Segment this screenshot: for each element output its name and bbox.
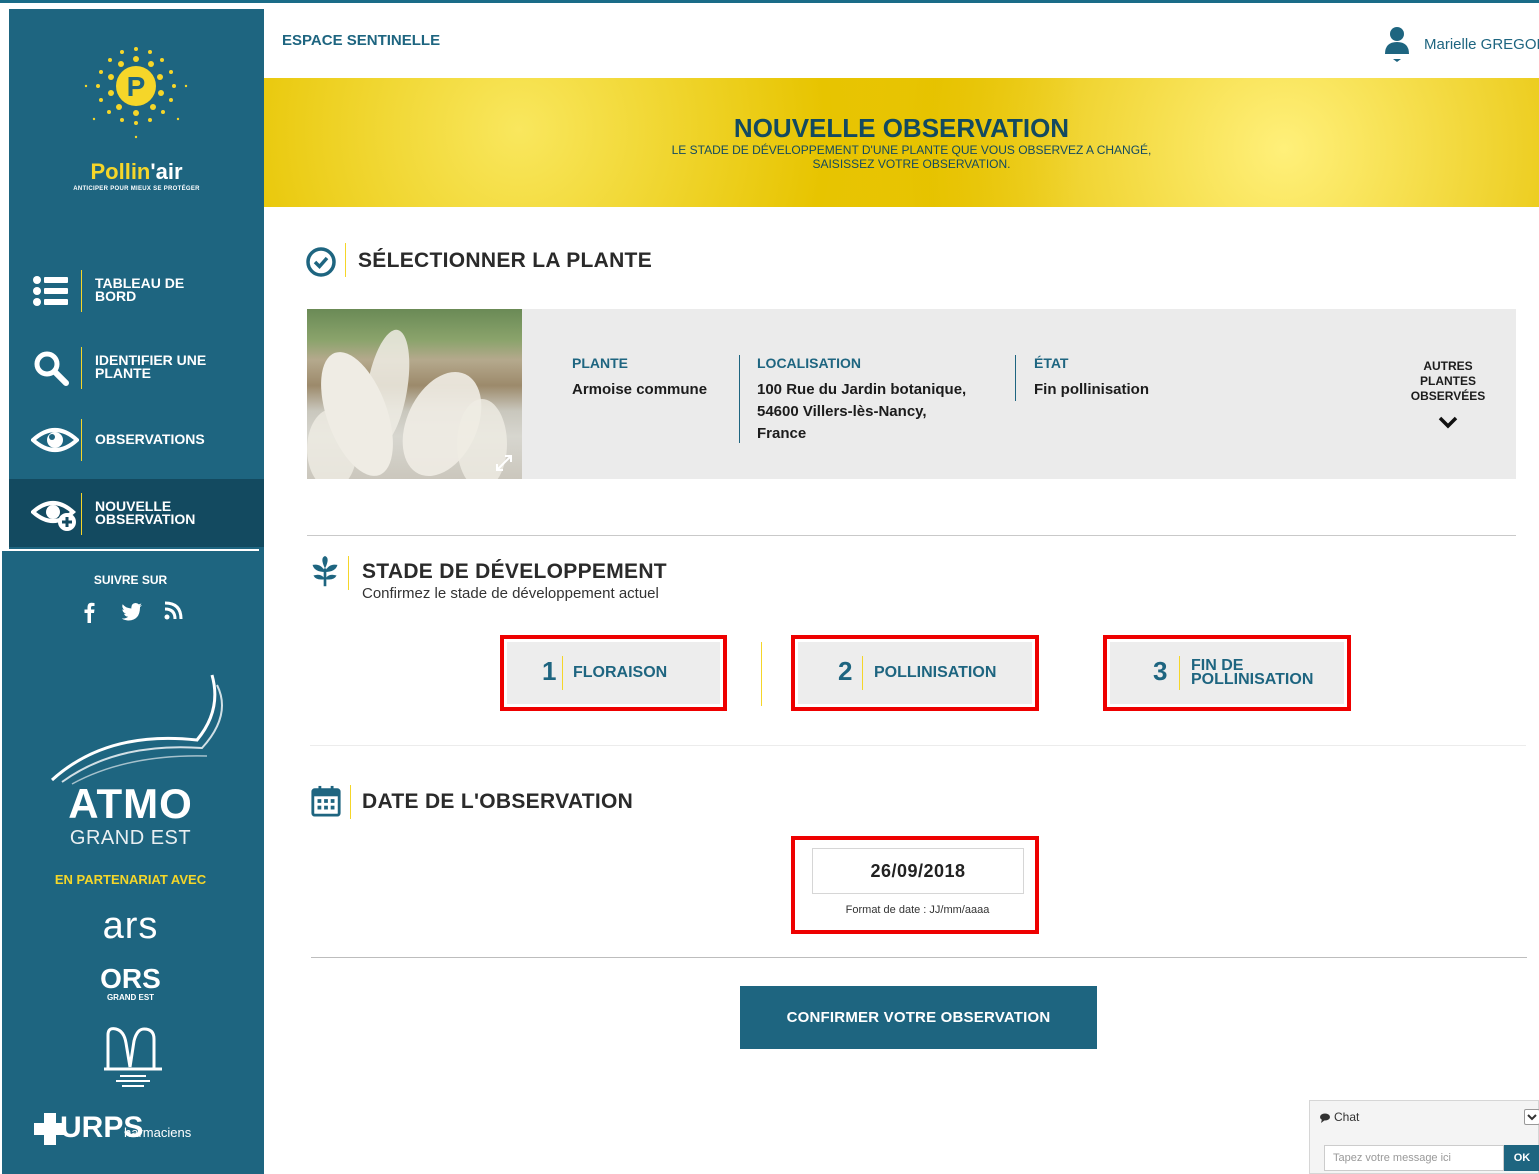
sidebar-item-identify-plant[interactable]: IDENTIFIER UNE PLANTE	[9, 333, 264, 401]
sidebar-item-observations[interactable]: OBSERVATIONS	[9, 405, 264, 473]
plant-label: PLANTE	[572, 355, 628, 371]
other-plants-label: AUTRES	[1423, 359, 1473, 373]
divider	[310, 745, 1526, 746]
stage-title: STADE DE DÉVELOPPEMENT	[362, 560, 667, 583]
chat-title: Chat	[1334, 1110, 1360, 1124]
section-separator	[350, 785, 351, 819]
state-value: Fin pollinisation	[1034, 381, 1149, 398]
atmo-logo-text: ATMO	[68, 780, 193, 827]
page-title: NOUVELLE OBSERVATION	[733, 113, 1070, 143]
atmo-swoosh-logo	[50, 674, 223, 785]
nav-separator	[81, 419, 82, 461]
selected-plant-card: PLANTE Armoise commune LOCALISATION 100 …	[307, 309, 1516, 479]
ors-logo: ORS	[100, 963, 161, 994]
chat-send-button[interactable]: OK	[1504, 1145, 1539, 1171]
stage-divider	[761, 642, 762, 706]
twitter-icon[interactable]	[121, 601, 142, 623]
ors-logo-subtitle: GRAND EST	[106, 993, 155, 1002]
top-header: ESPACE SENTINELLE Marielle GREGORI	[264, 9, 1539, 78]
rss-icon[interactable]	[163, 601, 183, 623]
sidebar-item-new-observation[interactable]: NOUVELLE OBSERVATION	[9, 479, 264, 547]
user-icon	[1385, 27, 1409, 62]
divider	[307, 535, 1516, 536]
pollen-logo-icon: P	[84, 47, 188, 139]
chat-widget: Chat Tapez votre message ici OK	[1309, 1100, 1539, 1174]
page-subtitle: LE STADE DE DÉVELOPPEMENT D'UNE PLANTE Q…	[264, 143, 1539, 171]
partners-panel: ATMO GRAND EST EN PARTENARIAT AVEC ars O…	[2, 645, 259, 1174]
brand-tagline: ANTICIPER POUR MIEUX SE PROTÉGER	[73, 186, 200, 192]
nav-separator	[81, 270, 82, 312]
sidebar-item-label: NOUVELLE OBSERVATION	[95, 498, 196, 527]
eye-icon	[31, 428, 79, 452]
highlight-box	[500, 635, 727, 711]
atmo-logo-subtitle: GRAND EST	[69, 827, 192, 849]
brand-name: Pollin'air	[90, 159, 183, 184]
ars-logo: ars	[102, 905, 159, 947]
social-follow: SUIVRE SUR	[2, 549, 259, 647]
search-icon	[34, 351, 69, 386]
card-separator	[1015, 355, 1016, 401]
nav-separator	[81, 493, 82, 535]
other-plants-button[interactable]: AUTRES PLANTES OBSERVÉES	[1392, 359, 1504, 404]
hero-banner: NOUVELLE OBSERVATION LE STADE DE DÉVELOP…	[264, 78, 1539, 207]
other-plants-label: PLANTES	[1419, 374, 1476, 388]
divider	[311, 957, 1527, 958]
chat-message-input[interactable]: Tapez votre message ici	[1324, 1145, 1504, 1171]
page-subtitle-line: LE STADE DE DÉVELOPPEMENT D'UNE PLANTE Q…	[671, 143, 1152, 157]
calendar-icon	[311, 785, 341, 817]
check-circle-icon	[306, 247, 336, 277]
section-separator	[345, 243, 346, 277]
plant-value: Armoise commune	[572, 381, 708, 398]
plant-sprout-icon	[312, 556, 338, 587]
location-line: France	[757, 425, 807, 442]
conservatoire-logo	[104, 1027, 162, 1087]
chat-toggle-button[interactable]	[1524, 1109, 1539, 1125]
highlight-box	[791, 836, 1039, 934]
state-label: ÉTAT	[1034, 355, 1069, 371]
stage-subtitle: Confirmez le stade de développement actu…	[362, 585, 659, 602]
expand-icon[interactable]	[496, 455, 512, 471]
highlight-box	[791, 635, 1039, 711]
select-plant-title: SÉLECTIONNER LA PLANTE	[358, 249, 652, 272]
chevron-down-icon[interactable]	[1438, 415, 1458, 429]
highlight-box	[1103, 635, 1351, 711]
svg-text:P: P	[127, 71, 146, 102]
pollinair-logo[interactable]: P Pollin'air ANTICIPER POUR MIEUX SE PRO…	[9, 9, 264, 229]
location-label: LOCALISATION	[757, 355, 861, 371]
eye-plus-icon	[31, 501, 76, 531]
facebook-icon[interactable]	[79, 601, 99, 623]
location-value: 100 Rue du Jardin botanique, 54600 Ville…	[757, 379, 966, 445]
page-subtitle-line: SAISISSEZ VOTRE OBSERVATION.	[812, 157, 1011, 171]
list-icon	[33, 276, 68, 306]
sidebar-item-label: IDENTIFIER UNE PLANTE	[95, 352, 207, 381]
card-separator	[739, 355, 740, 443]
sidebar-item-dashboard[interactable]: TABLEAU DE BORD	[9, 256, 264, 324]
plant-photo[interactable]	[307, 309, 522, 479]
section-label: ESPACE SENTINELLE	[282, 32, 441, 49]
nav-separator	[81, 347, 82, 389]
social-links	[2, 601, 259, 623]
sidebar-item-label: TABLEAU DE BORD	[95, 275, 185, 304]
chevron-down-icon	[1527, 1114, 1537, 1121]
follow-title: SUIVRE SUR	[93, 573, 168, 587]
partnership-label: EN PARTENARIAT AVEC	[54, 872, 207, 887]
user-menu[interactable]: Marielle GREGORI	[1384, 27, 1539, 62]
urps-logo-subtitle: harmaciens	[124, 1125, 192, 1140]
location-line: 100 Rue du Jardin botanique,	[757, 381, 967, 398]
location-line: 54600 Villers-lès-Nancy,	[757, 403, 927, 420]
top-accent-line	[0, 0, 1539, 3]
chat-bubble-icon	[1320, 1113, 1330, 1123]
user-name: Marielle GREGORI	[1424, 35, 1539, 53]
confirm-observation-button[interactable]: CONFIRMER VOTRE OBSERVATION	[740, 986, 1097, 1049]
sidebar-item-label: OBSERVATIONS	[95, 430, 205, 447]
other-plants-label: OBSERVÉES	[1410, 389, 1486, 403]
section-separator	[348, 556, 349, 590]
date-title: DATE DE L'OBSERVATION	[362, 790, 634, 813]
